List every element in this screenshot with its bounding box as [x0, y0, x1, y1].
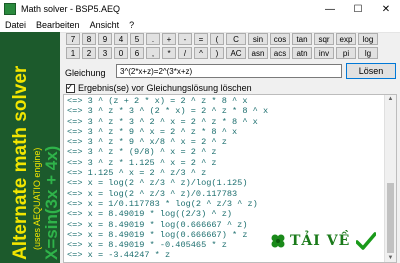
key-row2-2[interactable]: 3 [98, 47, 112, 59]
key-row2-10[interactable]: AC [226, 47, 246, 59]
watermark-text: TẢI VỀ [290, 233, 351, 249]
key-row1-7[interactable]: - [178, 33, 192, 45]
close-button[interactable]: ✕ [372, 0, 400, 18]
scroll-down-icon[interactable]: ▼ [385, 255, 396, 261]
solve-button[interactable]: Lösen [346, 63, 396, 79]
sidebar-art: Alternate math solver (uses AEQUATIO eng… [10, 65, 60, 260]
key-row2-4[interactable]: 6 [130, 47, 144, 59]
key-row2-13[interactable]: atn [292, 47, 312, 59]
output-line: <=> x = log(2 ^ z/3 ^ z)/0.117783 [67, 188, 238, 199]
key-row1-5[interactable]: . [146, 33, 160, 45]
output-line: <=> 3 ^ z * 9 ^ x = 2 ^ z * 8 ^ x [67, 126, 238, 137]
key-row2-5[interactable]: , [146, 47, 160, 59]
output-line: <=> 3 ^ z * (9/8) ^ x = 2 ^ z [67, 147, 217, 158]
output-line: <=> x = log(2 ^ z/3 ^ z)/log(1.125) [67, 178, 248, 189]
key-row1-15[interactable]: exp [336, 33, 356, 45]
sidebar-formula: X=sin(3x + 4x) [42, 146, 60, 260]
check-icon [356, 232, 377, 250]
key-row1-11[interactable]: sin [248, 33, 268, 45]
key-row1-9[interactable]: ( [210, 33, 224, 45]
app-icon [4, 3, 16, 15]
output-line: <=> 3 ^ z * 3 ^ 2 ^ x = 2 ^ z * 8 ^ x [67, 116, 258, 127]
output-line: <=> 3 ^ (z + 2 * x) = 2 ^ z * 8 ^ x [67, 96, 248, 106]
menu-edit[interactable]: Bearbeiten [31, 20, 85, 30]
output-line: <=> x = 1/0.117783 * log(2 ^ z/3 ^ z) [67, 198, 258, 209]
key-row2-16[interactable]: lg [358, 47, 378, 59]
key-row1-6[interactable]: + [162, 33, 176, 45]
key-row2-1[interactable]: 2 [82, 47, 96, 59]
output-line: <=> x = 8.49019 * -0.405465 * z [67, 240, 227, 251]
key-row2-9[interactable]: ) [210, 47, 224, 59]
key-row2-0[interactable]: 1 [66, 47, 80, 59]
vertical-scrollbar[interactable]: ▲ ▼ [384, 95, 396, 262]
window-controls: — ☐ ✕ [316, 0, 400, 18]
output-line: <=> 3 ^ z * 9 ^ x/8 ^ x = 2 ^ z [67, 137, 227, 148]
output-line: <=> x = -3.44247 * z [67, 250, 171, 261]
key-row2-3[interactable]: 0 [114, 47, 128, 59]
key-row1-2[interactable]: 9 [98, 33, 112, 45]
output-line: <=> 1.125 ^ x = 2 ^ z/3 ^ z [67, 168, 207, 179]
output-lines: <=> 3 ^ (z + 2 * x) = 2 ^ z * 8 ^ x <=> 3… [67, 96, 268, 261]
key-row1-4[interactable]: 5 [130, 33, 144, 45]
sidebar-subtitle: (uses AEQUATIO engine) [32, 148, 42, 250]
key-row2-8[interactable]: ^ [194, 47, 208, 59]
sidebar-title: Alternate math solver [10, 65, 31, 260]
minimize-button[interactable]: — [316, 0, 344, 18]
clear-results-option[interactable]: ✓ Ergebnis(se) vor Gleichungslösung lösc… [66, 81, 252, 93]
key-row2-14[interactable]: inv [314, 47, 334, 59]
key-row1-12[interactable]: cos [270, 33, 290, 45]
clover-icon [271, 234, 285, 248]
key-row1-16[interactable]: log [358, 33, 378, 45]
output-line: <=> x = 8.49019 * log(0.666667) * z [67, 229, 248, 240]
output-line: <=> 3 ^ z * 1.125 ^ x = 2 ^ z [67, 157, 217, 168]
key-row2-7[interactable]: / [178, 47, 192, 59]
key-row1-13[interactable]: tan [292, 33, 312, 45]
menu-view[interactable]: Ansicht [85, 20, 125, 30]
key-row1-1[interactable]: 8 [82, 33, 96, 45]
title-bar: Math solver - BSP5.AEQ — ☐ ✕ [0, 0, 400, 18]
output-line: <=> 3 ^ z * 3 ^ (2 * x) = 2 ^ z * 8 ^ x [67, 106, 269, 117]
equation-input[interactable]: 3^(2*x+z)=2^(3*x+z) [116, 64, 342, 78]
menu-file[interactable]: Datei [0, 20, 31, 30]
equation-label: Gleichung [65, 68, 106, 78]
output-line: <=> x = 8.49019 * log((2/3) ^ z) [67, 209, 233, 220]
clear-results-checkbox[interactable]: ✓ [66, 81, 75, 93]
key-row1-8[interactable]: = [194, 33, 208, 45]
menu-bar: Datei Bearbeiten Ansicht ? [0, 18, 400, 33]
key-row1-14[interactable]: sqr [314, 33, 334, 45]
scroll-thumb[interactable] [387, 183, 394, 253]
key-row2-6[interactable]: * [162, 47, 176, 59]
key-row2-11[interactable]: asn [248, 47, 268, 59]
maximize-button[interactable]: ☐ [344, 0, 372, 18]
key-row1-0[interactable]: 7 [66, 33, 80, 45]
watermark: TẢI VỀ [270, 232, 377, 250]
window-title: Math solver - BSP5.AEQ [21, 4, 121, 14]
key-row1-3[interactable]: 4 [114, 33, 128, 45]
scroll-up-icon[interactable]: ▲ [385, 96, 396, 102]
key-row2-15[interactable]: pi [336, 47, 356, 59]
output-line: <=> x = 8.49019 * log(0.666667 ^ z) [67, 219, 248, 230]
clear-results-label: Ergebnis(se) vor Gleichungslösung lösche… [78, 83, 252, 93]
sidebar-banner: Alternate math solver (uses AEQUATIO eng… [0, 32, 60, 263]
key-row2-12[interactable]: acs [270, 47, 290, 59]
checkmark-icon: ✓ [66, 81, 74, 92]
menu-help[interactable]: ? [124, 20, 139, 30]
key-row1-10[interactable]: C [226, 33, 246, 45]
